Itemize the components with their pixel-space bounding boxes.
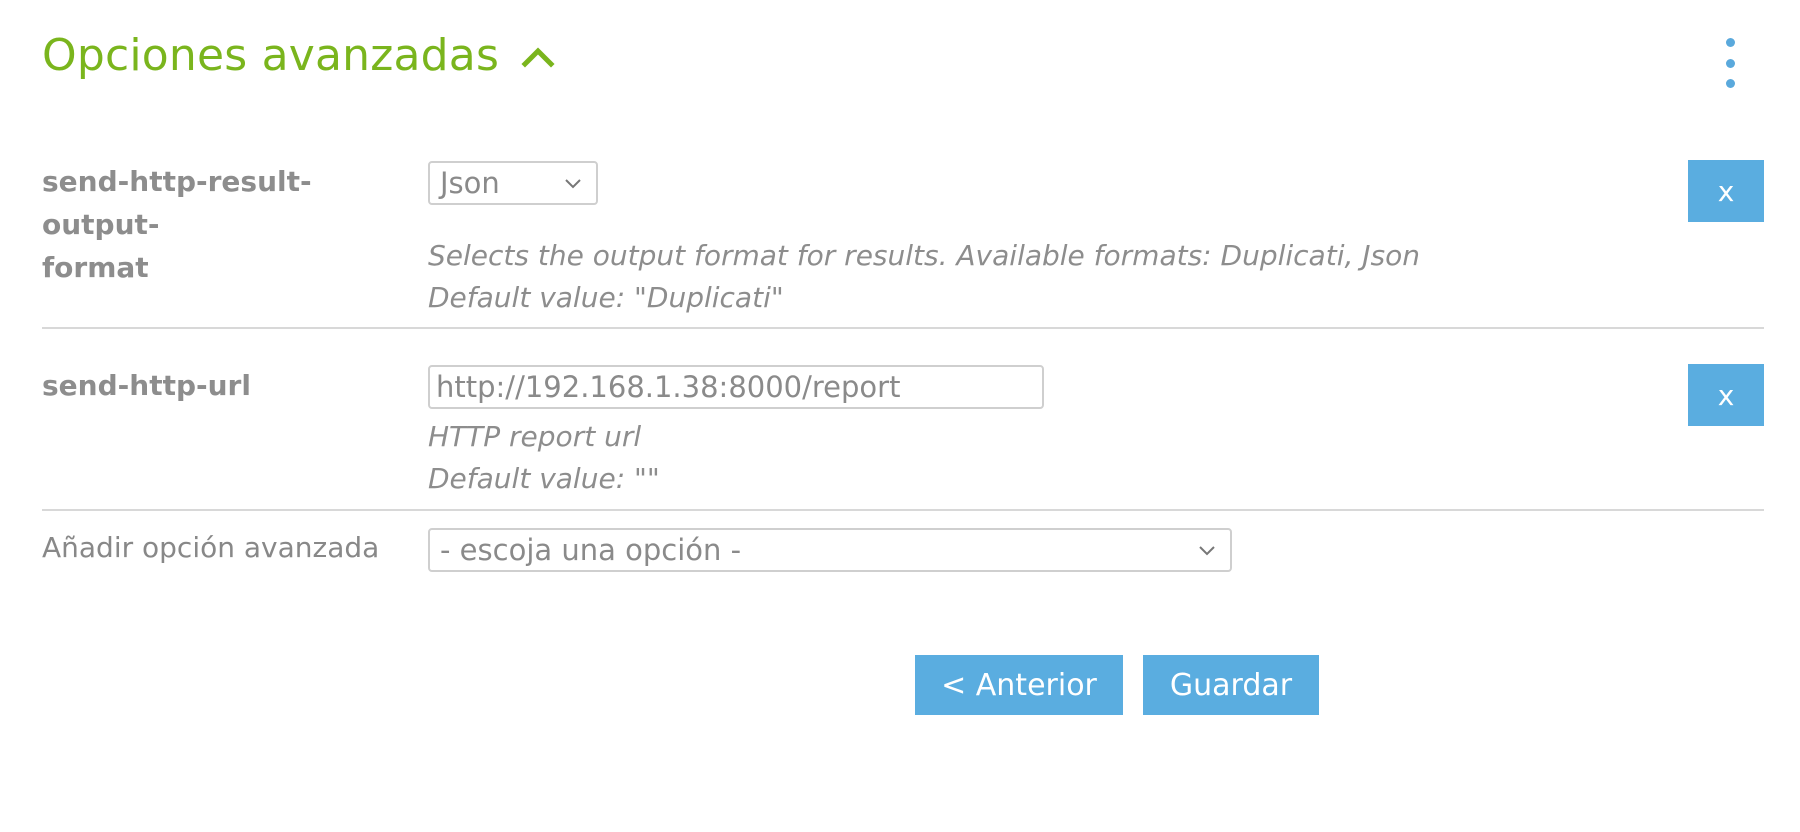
remove-option-button[interactable]: x xyxy=(1688,160,1764,222)
option-row-http-url: send-http-url HTTP report url Default va… xyxy=(42,364,1764,508)
option-name-line: send-http-result-output- xyxy=(42,165,312,241)
menu-dot xyxy=(1725,38,1735,47)
save-button[interactable]: Guardar xyxy=(1143,655,1319,715)
more-vertical-icon[interactable] xyxy=(1716,38,1744,88)
description-text: Selects the output format for results. A… xyxy=(428,239,1420,272)
option-name-line: send-http-url xyxy=(42,369,251,402)
advanced-options-toggle[interactable]: Opciones avanzadas xyxy=(42,30,555,81)
chevron-up-icon[interactable] xyxy=(521,44,555,68)
add-option-row: Añadir opción avanzada - escoja una opci… xyxy=(42,526,1764,576)
option-name: send-http-url xyxy=(42,364,422,407)
option-description: HTTP report url Default value: "" xyxy=(428,416,1428,500)
http-url-input[interactable] xyxy=(428,365,1044,409)
select-placeholder: - escoja una opción - xyxy=(440,533,742,567)
output-format-select[interactable]: Json xyxy=(428,161,598,205)
chevron-down-icon xyxy=(565,179,581,189)
section-title: Opciones avanzadas xyxy=(42,30,500,81)
divider xyxy=(42,327,1764,329)
option-row-output-format: send-http-result-output- format Json Sel… xyxy=(42,160,1764,326)
default-value-text: Default value: "" xyxy=(428,462,660,495)
description-text: HTTP report url xyxy=(428,420,642,453)
option-name-line: format xyxy=(42,251,149,284)
option-name: send-http-result-output- format xyxy=(42,160,422,289)
add-option-label: Añadir opción avanzada xyxy=(42,531,380,564)
advanced-options-panel: Opciones avanzadas send-http-result-outp… xyxy=(0,0,1800,832)
chevron-down-icon xyxy=(1199,546,1215,556)
previous-button[interactable]: < Anterior xyxy=(915,655,1123,715)
divider xyxy=(42,509,1764,511)
menu-dot xyxy=(1725,58,1735,68)
remove-option-button[interactable]: x xyxy=(1688,364,1764,426)
selected-value: Json xyxy=(440,166,500,200)
add-option-select[interactable]: - escoja una opción - xyxy=(428,528,1232,572)
menu-dot xyxy=(1725,79,1735,88)
default-value-text: Default value: "Duplicati" xyxy=(428,281,784,314)
option-description: Selects the output format for results. A… xyxy=(428,235,1528,319)
